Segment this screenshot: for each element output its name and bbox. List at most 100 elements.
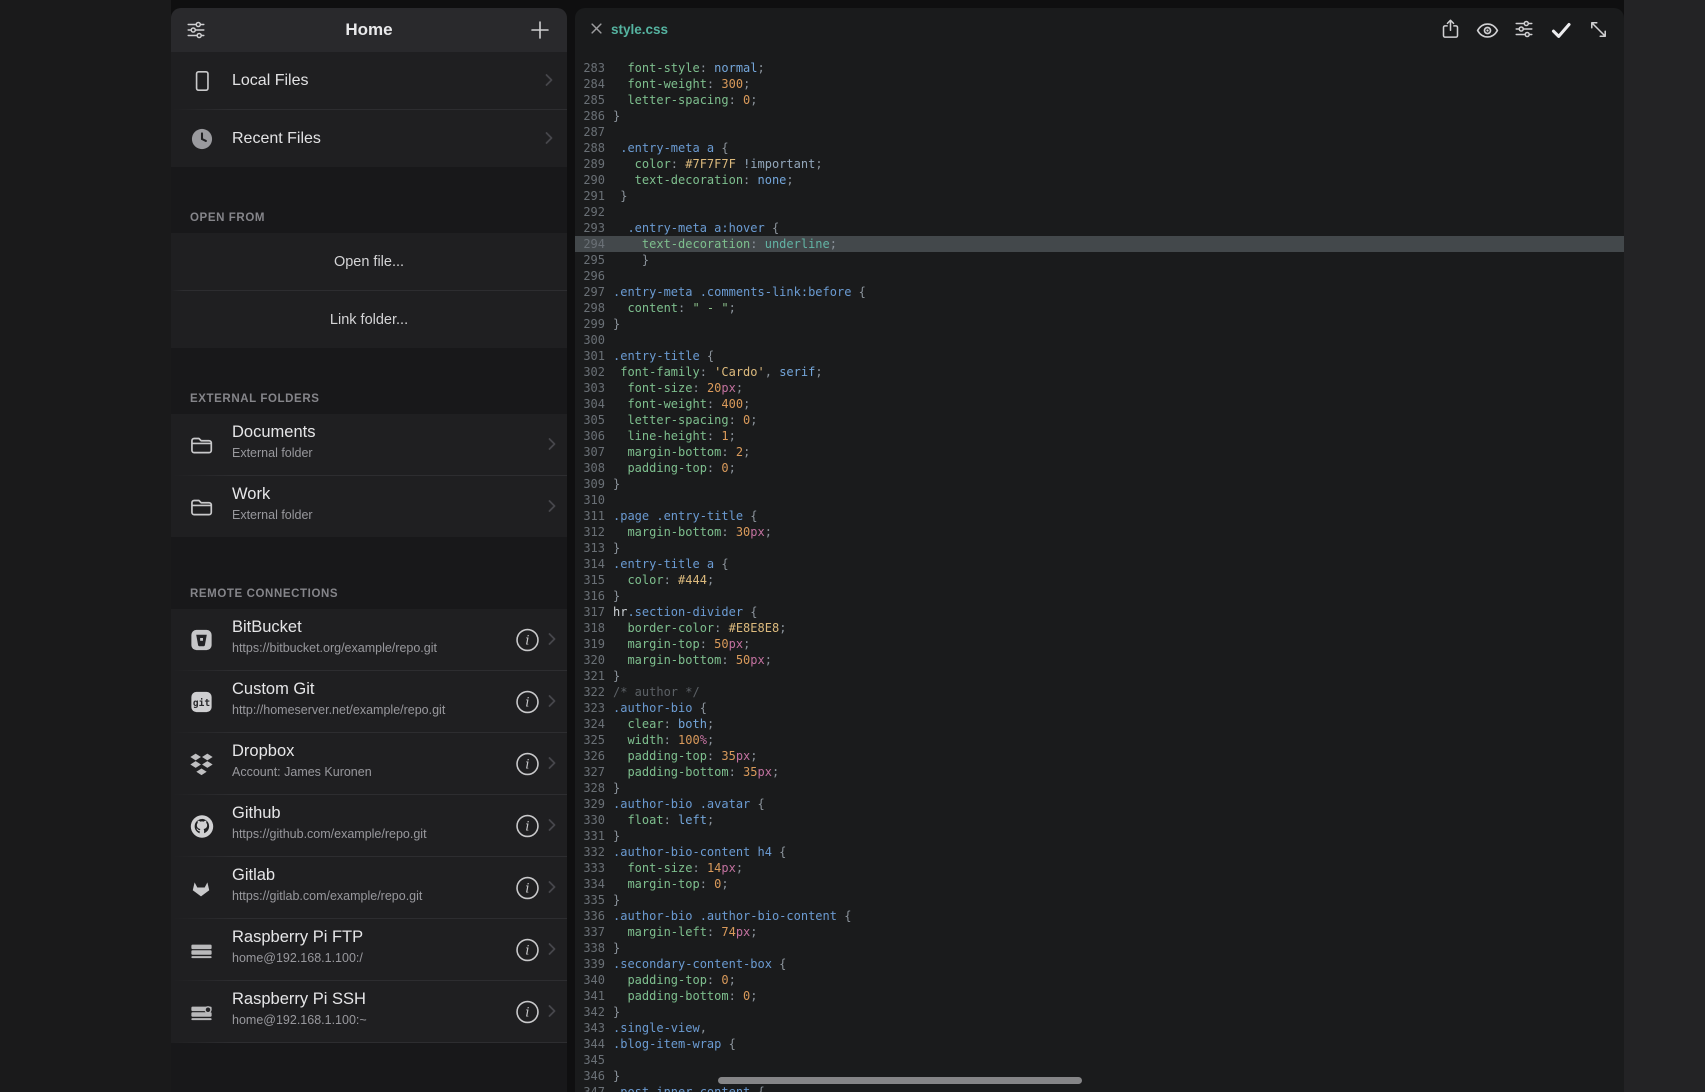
code-line[interactable]: 330 float: left; [575, 812, 1624, 828]
code-line[interactable]: 314.entry-title a { [575, 556, 1624, 572]
code-line[interactable]: 293 .entry-meta a:hover { [575, 220, 1624, 236]
code-line[interactable]: 337 margin-left: 74px; [575, 924, 1624, 940]
sidebar-item-local-files[interactable]: Local Files [171, 52, 567, 109]
code-line[interactable]: 328} [575, 780, 1624, 796]
code-line[interactable]: 323.author-bio { [575, 700, 1624, 716]
share-button[interactable] [1438, 18, 1462, 42]
code-line[interactable]: 290 text-decoration: none; [575, 172, 1624, 188]
sidebar-item-raspberry-pi-ssh[interactable]: Raspberry Pi SSH home@192.168.1.100:~ i [171, 981, 567, 1042]
code-line[interactable]: 304 font-weight: 400; [575, 396, 1624, 412]
info-button[interactable]: i [514, 936, 541, 963]
code-line[interactable]: 307 margin-bottom: 2; [575, 444, 1624, 460]
code-line[interactable]: 325 width: 100%; [575, 732, 1624, 748]
sidebar-item-raspberry-pi-ftp[interactable]: Raspberry Pi FTP home@192.168.1.100:/ i [171, 919, 567, 980]
code-line[interactable]: 334 margin-top: 0; [575, 876, 1624, 892]
code-line[interactable]: 327 padding-bottom: 35px; [575, 764, 1624, 780]
code-line[interactable]: 311.page .entry-title { [575, 508, 1624, 524]
code-line[interactable]: 302 font-family: 'Cardo', serif; [575, 364, 1624, 380]
line-number: 288 [575, 140, 613, 156]
sidebar-item-documents[interactable]: Documents External folder [171, 414, 567, 475]
info-button[interactable]: i [514, 750, 541, 777]
sidebar-item-custom-git[interactable]: git Custom Git http://homeserver.net/exa… [171, 671, 567, 732]
code-line[interactable]: 329.author-bio .avatar { [575, 796, 1624, 812]
sidebar-item-github[interactable]: Github https://github.com/example/repo.g… [171, 795, 567, 856]
editor-settings-button[interactable] [1512, 18, 1536, 42]
code-line[interactable]: 300 [575, 332, 1624, 348]
sidebar-item-recent-files[interactable]: Recent Files [171, 110, 567, 167]
line-number: 328 [575, 780, 613, 796]
code-line[interactable]: 315 color: #444; [575, 572, 1624, 588]
code-line[interactable]: 340 padding-top: 0; [575, 972, 1624, 988]
code-line[interactable]: 284 font-weight: 300; [575, 76, 1624, 92]
code-line[interactable]: 308 padding-top: 0; [575, 460, 1624, 476]
sidebar-item-bitbucket[interactable]: BitBucket https://bitbucket.org/example/… [171, 609, 567, 670]
code-line[interactable]: 345 [575, 1052, 1624, 1068]
info-button[interactable]: i [514, 812, 541, 839]
code-line[interactable]: 335} [575, 892, 1624, 908]
code-line[interactable]: 297.entry-meta .comments-link:before { [575, 284, 1624, 300]
code-line[interactable]: 316} [575, 588, 1624, 604]
info-button[interactable]: i [514, 688, 541, 715]
code-line[interactable]: 288 .entry-meta a { [575, 140, 1624, 156]
code-line[interactable]: 291 } [575, 188, 1624, 204]
code-line[interactable]: 333 font-size: 14px; [575, 860, 1624, 876]
code-line[interactable]: 303 font-size: 20px; [575, 380, 1624, 396]
code-line[interactable]: 331} [575, 828, 1624, 844]
tab-title[interactable]: style.css [611, 8, 668, 52]
code-line[interactable]: 339.secondary-content-box { [575, 956, 1624, 972]
info-button[interactable]: i [514, 874, 541, 901]
code-line[interactable]: 318 border-color: #E8E8E8; [575, 620, 1624, 636]
code-line[interactable]: 309} [575, 476, 1624, 492]
code-line[interactable]: 310 [575, 492, 1624, 508]
code-line[interactable]: 294 text-decoration: underline; [575, 236, 1624, 252]
code-line[interactable]: 324 clear: both; [575, 716, 1624, 732]
code-line[interactable]: 317hr.section-divider { [575, 604, 1624, 620]
code-line[interactable]: 341 padding-bottom: 0; [575, 988, 1624, 1004]
code-line[interactable]: 285 letter-spacing: 0; [575, 92, 1624, 108]
code-line[interactable]: 347.post-inner-content { [575, 1084, 1624, 1092]
code-line[interactable]: 295 } [575, 252, 1624, 268]
code-line[interactable]: 287 [575, 124, 1624, 140]
code-line[interactable]: 298 content: " - "; [575, 300, 1624, 316]
sidebar-action-link-folder-[interactable]: Link folder... [171, 291, 567, 348]
code-area[interactable]: 283 font-style: normal;284 font-weight: … [575, 52, 1624, 1092]
close-tab-button[interactable] [585, 19, 607, 41]
code-line[interactable]: 321} [575, 668, 1624, 684]
code-line[interactable]: 343.single-view, [575, 1020, 1624, 1036]
sidebar-item-dropbox[interactable]: Dropbox Account: James Kuronen i [171, 733, 567, 794]
sidebar-item-label: Local Files [232, 72, 308, 90]
save-button[interactable] [1549, 18, 1573, 42]
code-line[interactable]: 312 margin-bottom: 30px; [575, 524, 1624, 540]
sidebar-action-open-file-[interactable]: Open file... [171, 233, 567, 290]
code-line[interactable]: 322/* author */ [575, 684, 1624, 700]
code-line[interactable]: 286} [575, 108, 1624, 124]
code-line[interactable]: 301.entry-title { [575, 348, 1624, 364]
line-number: 290 [575, 172, 613, 188]
code-line[interactable]: 342} [575, 1004, 1624, 1020]
info-button[interactable]: i [514, 998, 541, 1025]
sidebar-item-work[interactable]: Work External folder [171, 476, 567, 537]
code-line[interactable]: 299} [575, 316, 1624, 332]
right-background [1624, 0, 1705, 1092]
horizontal-scrollbar[interactable] [718, 1077, 1082, 1084]
code-line[interactable]: 313} [575, 540, 1624, 556]
code-line[interactable]: 319 margin-top: 50px; [575, 636, 1624, 652]
code-line[interactable]: 292 [575, 204, 1624, 220]
code-line[interactable]: 326 padding-top: 35px; [575, 748, 1624, 764]
code-line[interactable]: 320 margin-bottom: 50px; [575, 652, 1624, 668]
code-line[interactable]: 289 color: #7F7F7F !important; [575, 156, 1624, 172]
preview-button[interactable] [1475, 18, 1499, 42]
code-line[interactable]: 336.author-bio .author-bio-content { [575, 908, 1624, 924]
code-line[interactable]: 332.author-bio-content h4 { [575, 844, 1624, 860]
info-button[interactable]: i [514, 626, 541, 653]
code-line[interactable]: 338} [575, 940, 1624, 956]
code-line[interactable]: 344.blog-item-wrap { [575, 1036, 1624, 1052]
expand-button[interactable] [1586, 18, 1610, 42]
code-line[interactable]: 305 letter-spacing: 0; [575, 412, 1624, 428]
sidebar-item-gitlab[interactable]: Gitlab https://gitlab.com/example/repo.g… [171, 857, 567, 918]
code-line[interactable]: 306 line-height: 1; [575, 428, 1624, 444]
add-button[interactable] [527, 18, 553, 44]
code-line[interactable]: 296 [575, 268, 1624, 284]
code-line[interactable]: 283 font-style: normal; [575, 60, 1624, 76]
line-number: 294 [575, 236, 613, 252]
